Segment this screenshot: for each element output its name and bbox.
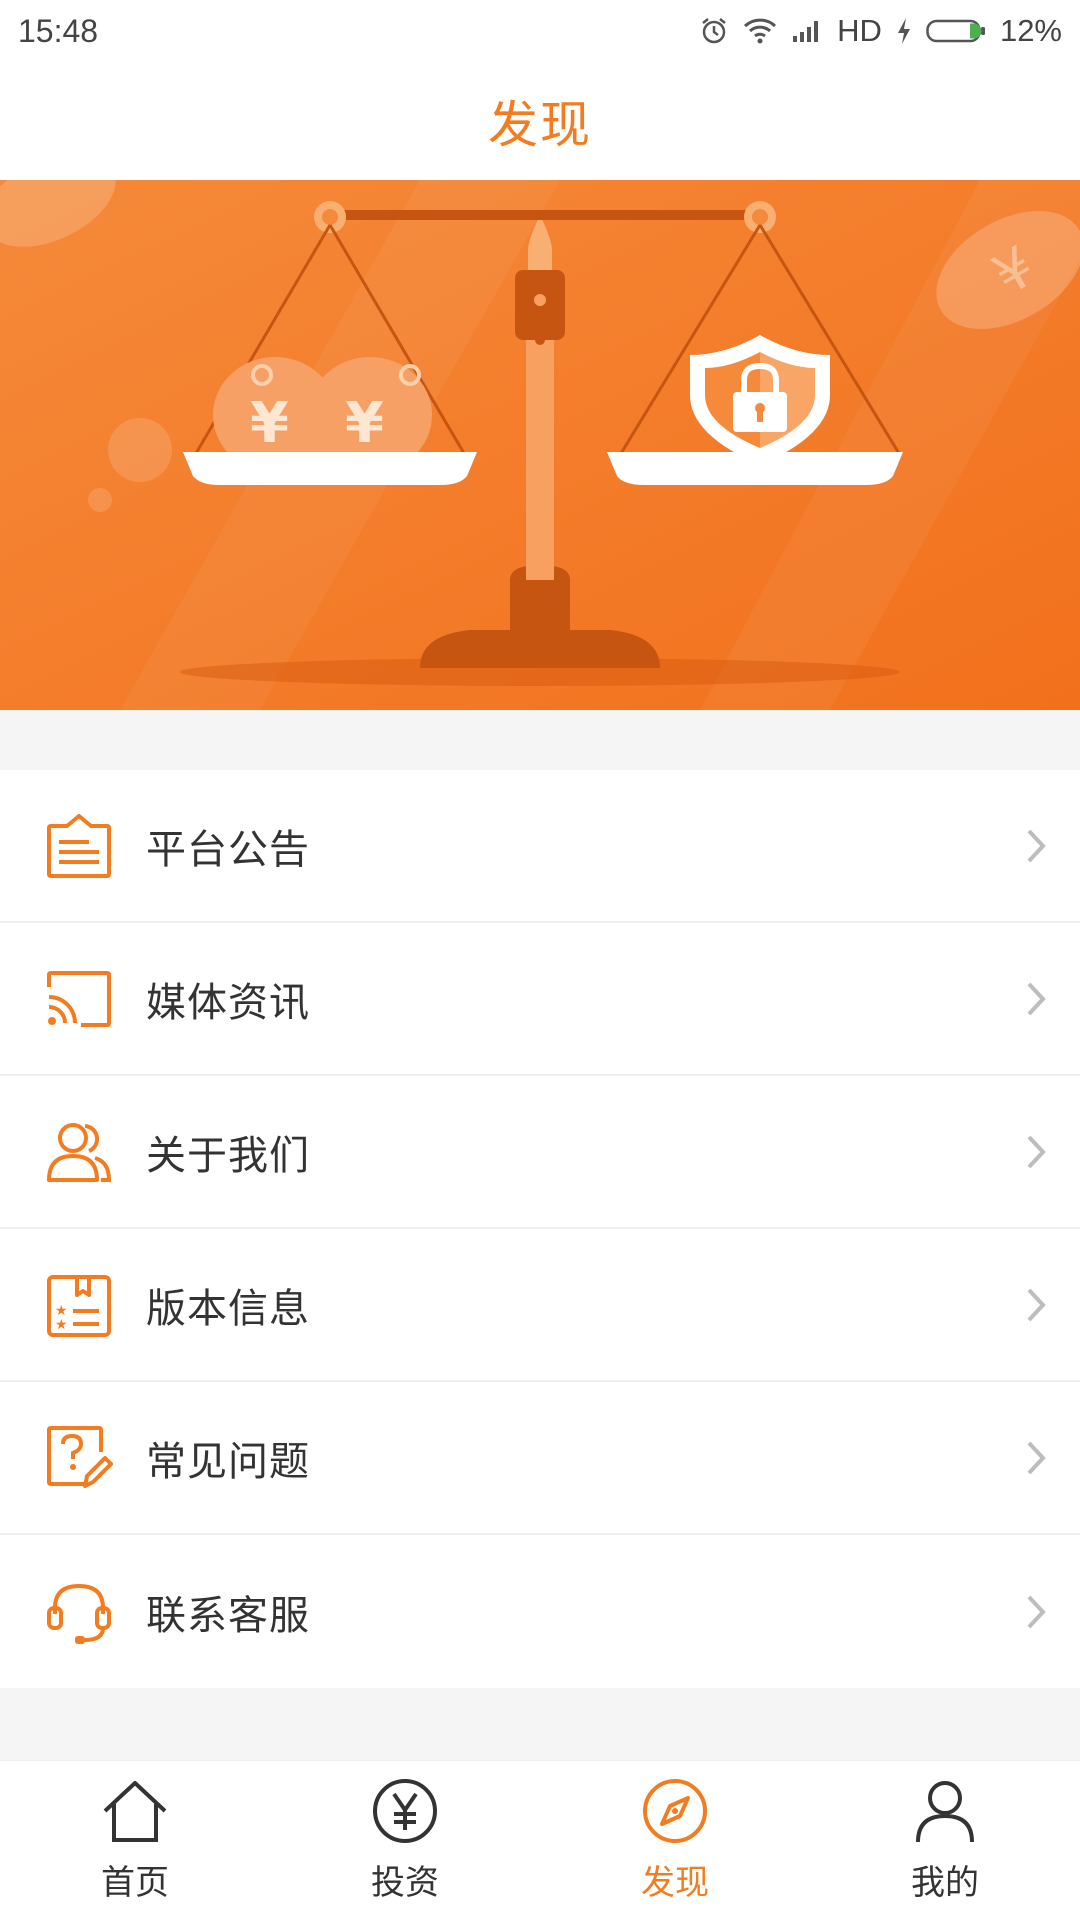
tab-label: 首页 xyxy=(101,1863,169,1903)
version-info-icon: ★ ★ xyxy=(44,1270,114,1340)
tab-label: 投资 xyxy=(371,1863,439,1903)
tab-home[interactable]: 首页 xyxy=(0,1761,270,1920)
menu-item-announcements[interactable]: 平台公告 xyxy=(0,770,1080,923)
battery-icon xyxy=(926,18,986,44)
menu-item-about-us[interactable]: 关于我们 xyxy=(0,1076,1080,1229)
wifi-icon xyxy=(743,17,777,45)
compass-icon xyxy=(639,1775,711,1847)
menu-item-version-info[interactable]: ★ ★ 版本信息 xyxy=(0,1229,1080,1382)
headset-icon xyxy=(44,1577,114,1647)
svg-text:¥: ¥ xyxy=(250,391,289,456)
tab-discover[interactable]: 发现 xyxy=(540,1761,810,1920)
tab-mine[interactable]: 我的 xyxy=(810,1761,1080,1920)
menu-item-label: 版本信息 xyxy=(146,1285,310,1332)
scale-banner-illustration: ¥ ¥ ¥ xyxy=(0,180,1080,710)
announcement-icon xyxy=(44,811,114,881)
battery-percent: 12% xyxy=(999,13,1062,48)
status-bar: 15:48 HD 12% xyxy=(0,0,1080,62)
menu-item-label: 关于我们 xyxy=(146,1132,310,1179)
menu-item-media-news[interactable]: 媒体资讯 xyxy=(0,923,1080,1076)
svg-text:★: ★ xyxy=(55,1317,68,1333)
faq-icon xyxy=(44,1423,114,1493)
menu-item-label: 媒体资讯 xyxy=(146,979,310,1026)
home-icon xyxy=(99,1775,171,1847)
person-icon xyxy=(909,1775,981,1847)
menu-item-faq[interactable]: 常见问题 xyxy=(0,1382,1080,1535)
page-title: 发现 xyxy=(488,96,592,154)
charging-icon xyxy=(896,17,912,45)
media-cast-icon xyxy=(44,964,114,1034)
svg-text:¥: ¥ xyxy=(345,391,384,456)
tab-invest[interactable]: 投资 xyxy=(270,1761,540,1920)
tab-label: 发现 xyxy=(641,1863,709,1903)
chevron-right-icon xyxy=(1016,1592,1056,1632)
users-icon xyxy=(44,1117,114,1187)
bottom-tab-bar: 首页 投资 发现 我的 xyxy=(0,1760,1080,1920)
signal-icon xyxy=(791,18,823,44)
tab-label: 我的 xyxy=(911,1863,979,1903)
promo-banner[interactable]: ¥ ¥ ¥ xyxy=(0,180,1080,710)
discover-menu: 平台公告 媒体资讯 关于我们 ★ ★ 版本信息 常见问题 联系客服 xyxy=(0,770,1080,1688)
yen-circle-icon xyxy=(369,1775,441,1847)
alarm-icon xyxy=(699,16,729,46)
chevron-right-icon xyxy=(1016,1132,1056,1172)
status-icons: HD 12% xyxy=(699,13,1062,49)
menu-item-label: 联系客服 xyxy=(146,1592,310,1639)
chevron-right-icon xyxy=(1016,1438,1056,1478)
page-header: 发现 xyxy=(0,62,1080,180)
chevron-right-icon xyxy=(1016,979,1056,1019)
network-type: HD xyxy=(837,13,882,48)
menu-item-label: 常见问题 xyxy=(146,1438,310,1485)
menu-item-label: 平台公告 xyxy=(146,826,310,873)
chevron-right-icon xyxy=(1016,1285,1056,1325)
menu-item-customer-service[interactable]: 联系客服 xyxy=(0,1535,1080,1688)
status-time: 15:48 xyxy=(18,12,99,49)
chevron-right-icon xyxy=(1016,826,1056,866)
